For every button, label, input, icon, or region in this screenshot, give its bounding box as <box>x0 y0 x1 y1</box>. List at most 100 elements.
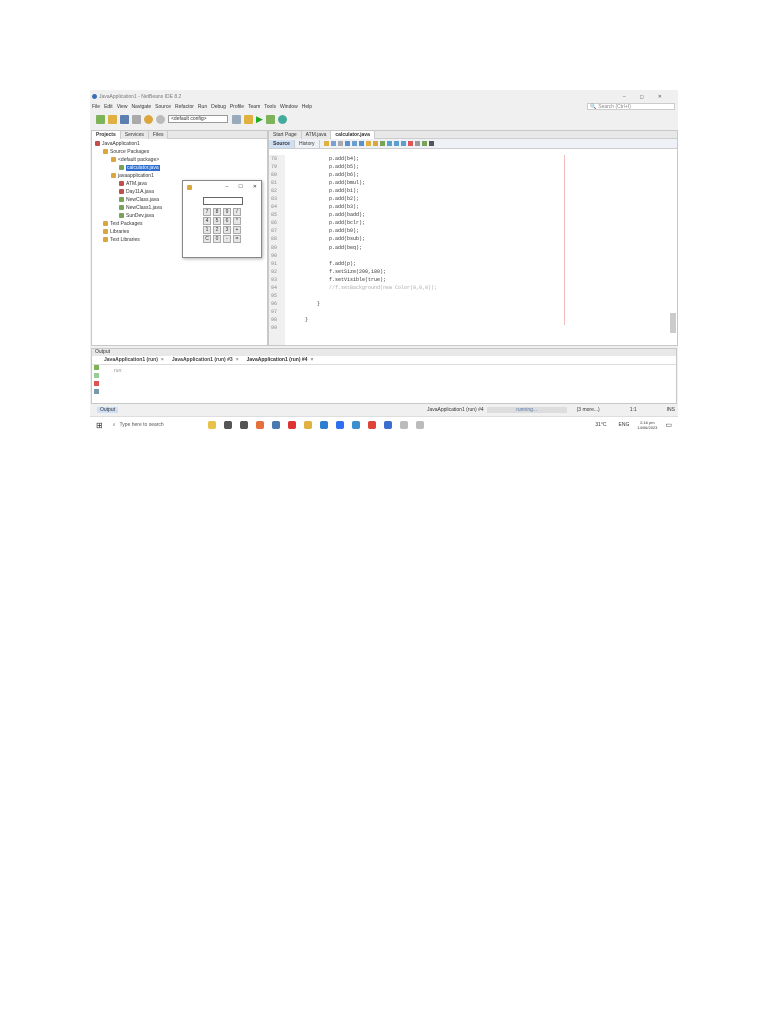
code-line[interactable]: p.add(badd); <box>305 211 564 219</box>
tree-item[interactable]: JavaApplication1 <box>95 140 264 148</box>
code-line[interactable]: p.add(b3); <box>305 203 564 211</box>
minimize-button[interactable]: – <box>226 184 229 190</box>
editor-tab[interactable]: ATM.java <box>301 130 332 139</box>
output-tab[interactable]: JavaApplication1 (run) #3 × <box>172 357 239 363</box>
redo-icon[interactable] <box>156 114 165 124</box>
close-icon[interactable]: × <box>161 357 164 363</box>
editor-tool-icon[interactable] <box>379 141 385 146</box>
calc-key[interactable]: 4 <box>203 217 211 225</box>
taskbar-app-icon[interactable] <box>319 421 328 429</box>
tree-item[interactable]: Source Packages <box>95 148 264 156</box>
taskbar-app-icon[interactable] <box>335 421 344 429</box>
code-line[interactable]: //f.setBackground(new Color(0,0,0)); <box>305 284 564 292</box>
taskbar-app-icon[interactable] <box>207 421 216 429</box>
build-icon[interactable] <box>232 114 241 124</box>
new-file-icon[interactable] <box>96 114 105 124</box>
editor-tool-icon[interactable] <box>358 141 364 146</box>
calc-key[interactable]: 0 <box>213 235 221 243</box>
editor-tool-icon[interactable] <box>407 141 413 146</box>
windows-start-icon[interactable]: ⊞ <box>96 421 103 430</box>
calc-key[interactable]: 5 <box>213 217 221 225</box>
menu-debug[interactable]: Debug <box>211 104 226 110</box>
calc-key[interactable]: C <box>203 235 211 243</box>
calc-key[interactable]: = <box>233 235 241 243</box>
tree-item[interactable]: <default package> <box>95 156 264 164</box>
editor-tool-icon[interactable] <box>414 141 420 146</box>
status-more[interactable]: (3 more...) <box>577 407 600 413</box>
weather[interactable]: 31°C <box>595 422 606 428</box>
code-line[interactable]: p.add(bclr); <box>305 219 564 227</box>
clock[interactable]: 2:16 pm 14/06/2023 <box>637 420 657 430</box>
calc-key[interactable]: / <box>233 208 241 216</box>
menu-source[interactable]: Source <box>155 104 171 110</box>
undo-icon[interactable] <box>144 114 153 124</box>
output-tab[interactable]: JavaApplication1 (run) × <box>104 357 164 363</box>
editor-tool-icon[interactable] <box>428 141 434 146</box>
calc-key[interactable]: 9 <box>223 208 231 216</box>
menu-file[interactable]: File <box>92 104 100 110</box>
tab-source[interactable]: Source <box>269 139 295 148</box>
output-toggle[interactable]: Output <box>97 407 119 413</box>
tab-history[interactable]: History <box>295 139 320 148</box>
notifications-icon[interactable]: ▭ <box>665 421 672 429</box>
editor-tab[interactable]: Start Page <box>269 130 302 139</box>
code-line[interactable]: f.add(p); <box>305 260 564 268</box>
calc-key[interactable]: 7 <box>203 208 211 216</box>
close-icon[interactable]: × <box>236 357 239 363</box>
calc-key[interactable]: 8 <box>213 208 221 216</box>
menu-team[interactable]: Team <box>248 104 260 110</box>
editor-scrollbar[interactable] <box>670 313 676 333</box>
editor-tool-icon[interactable] <box>344 141 350 146</box>
new-project-icon[interactable] <box>108 114 117 124</box>
editor-tool-icon[interactable] <box>372 141 378 146</box>
open-project-icon[interactable] <box>120 114 129 124</box>
code-line[interactable]: p.add(bsub); <box>305 235 564 243</box>
menu-refactor[interactable]: Refactor <box>175 104 194 110</box>
calc-key[interactable]: 6 <box>223 217 231 225</box>
calc-key[interactable]: 2 <box>213 226 221 234</box>
rerun-icon-2[interactable] <box>94 373 99 378</box>
editor-tool-icon[interactable] <box>323 141 329 146</box>
code-line[interactable] <box>305 292 564 300</box>
calc-key[interactable]: - <box>223 235 231 243</box>
taskbar-app-icon[interactable] <box>383 421 392 429</box>
stop-icon[interactable] <box>94 381 99 386</box>
clean-build-icon[interactable] <box>244 114 253 124</box>
menu-profile[interactable]: Profile <box>230 104 244 110</box>
editor-tool-icon[interactable] <box>421 141 427 146</box>
code-line[interactable]: } <box>305 300 564 308</box>
editor-tool-icon[interactable] <box>386 141 392 146</box>
taskbar-app-icon[interactable] <box>351 421 360 429</box>
code-line[interactable]: } <box>305 316 564 324</box>
calc-key[interactable]: 1 <box>203 226 211 234</box>
taskbar-search[interactable]: ⌕ Type here to search <box>109 419 204 432</box>
code-line[interactable]: p.add(b6); <box>305 171 564 179</box>
settings-icon[interactable] <box>94 389 99 394</box>
calc-key[interactable]: 3 <box>223 226 231 234</box>
tab-projects[interactable]: Projects <box>92 130 121 139</box>
editor-tool-icon[interactable] <box>351 141 357 146</box>
run-icon[interactable]: ▶ <box>256 114 263 125</box>
menu-edit[interactable]: Edit <box>104 104 113 110</box>
taskbar-app-icon[interactable] <box>223 421 232 429</box>
menu-tools[interactable]: Tools <box>264 104 276 110</box>
code-line[interactable] <box>305 252 564 260</box>
code-line[interactable]: p.add(b5); <box>305 163 564 171</box>
menu-help[interactable]: Help <box>302 104 312 110</box>
maximize-button[interactable]: ☐ <box>238 184 242 190</box>
search-input[interactable]: 🔍 Search (Ctrl+I) <box>587 103 675 110</box>
code-line[interactable]: p.add(b4); <box>305 155 564 163</box>
tree-item[interactable]: calculator.java <box>95 164 264 172</box>
window-controls[interactable]: –◻✕ <box>623 94 676 100</box>
taskbar-app-icon[interactable] <box>303 421 312 429</box>
calc-key[interactable]: + <box>233 226 241 234</box>
menu-view[interactable]: View <box>117 104 128 110</box>
calc-key[interactable]: * <box>233 217 241 225</box>
code-line[interactable] <box>305 308 564 316</box>
taskbar-app-icon[interactable] <box>287 421 296 429</box>
code-line[interactable]: p.add(b1); <box>305 187 564 195</box>
editor-tool-icon[interactable] <box>365 141 371 146</box>
save-all-icon[interactable] <box>132 114 141 124</box>
taskbar-app-icon[interactable] <box>367 421 376 429</box>
close-button[interactable]: ✕ <box>253 184 257 190</box>
